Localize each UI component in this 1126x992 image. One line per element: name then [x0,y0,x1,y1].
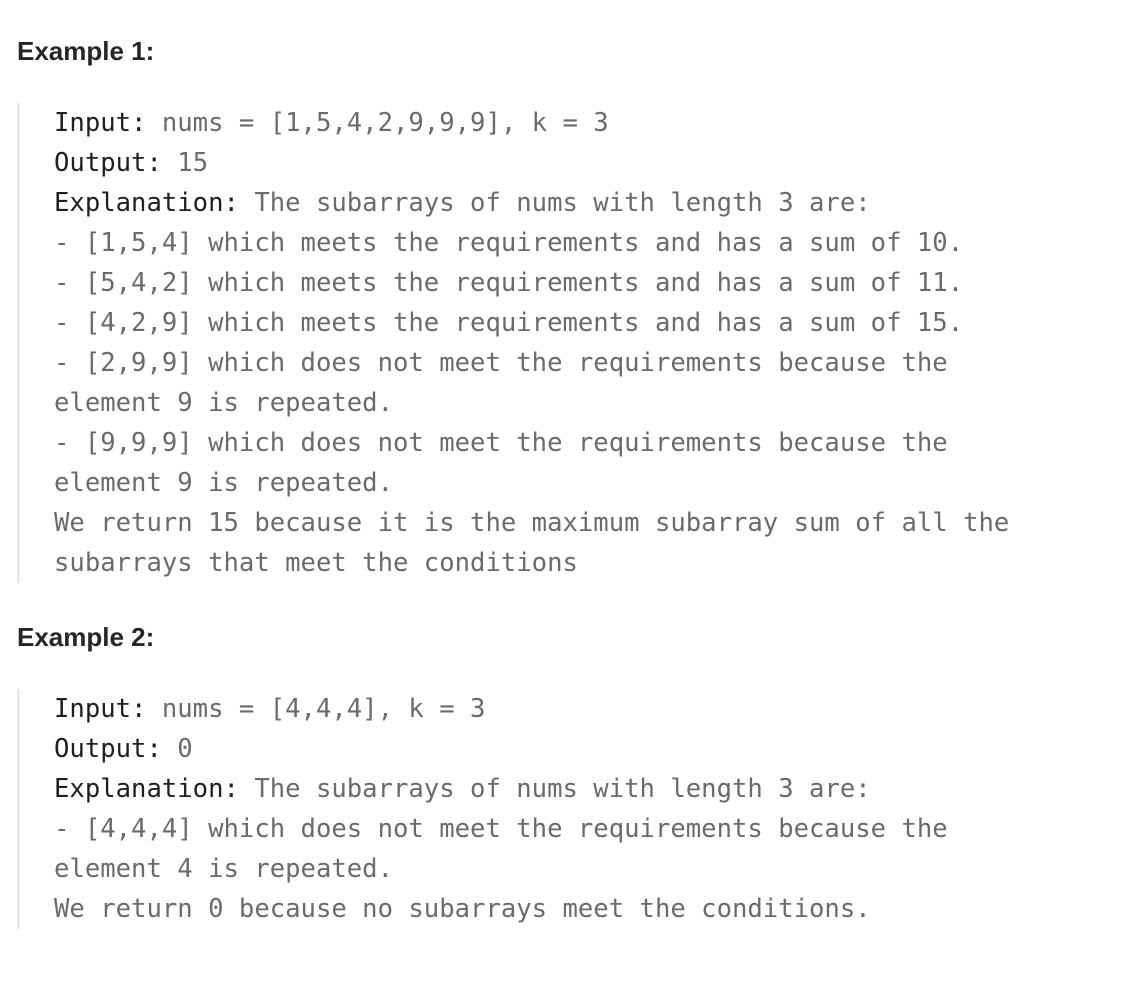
explanation-line: element 9 is repeated. [54,468,393,498]
explanation-line: - [4,2,9] which meets the requirements a… [54,308,964,338]
output-label: Output: [54,734,162,764]
output-value: 15 [161,148,209,178]
example-1-heading: Example 1: [17,36,155,66]
input-label: Input: [54,694,147,724]
example-1-explanation-line: Explanation: The subarrays of nums with … [54,183,871,223]
explanation-line: element 4 is repeated. [54,854,393,884]
explanation-line: - [9,9,9] which does not meet the requir… [54,428,948,458]
explanation-value: The subarrays of nums with length 3 are: [238,774,871,804]
explanation-value: The subarrays of nums with length 3 are: [238,188,871,218]
input-value: nums = [4,4,4], k = 3 [146,694,486,724]
explanation-label: Explanation: [54,188,239,218]
input-value: nums = [1,5,4,2,9,9,9], k = 3 [146,108,609,138]
explanation-line: element 9 is repeated. [54,388,393,418]
explanation-line: - [4,4,4] which does not meet the requir… [54,814,948,844]
explanation-line: subarrays that meet the conditions [54,548,578,578]
explanation-line: We return 0 because no subarrays meet th… [54,894,871,924]
explanation-line: - [5,4,2] which meets the requirements a… [54,268,964,298]
example-1-output-line: Output: 15 [54,143,208,183]
input-label: Input: [54,108,147,138]
example-1-input-line: Input: nums = [1,5,4,2,9,9,9], k = 3 [54,103,609,143]
output-label: Output: [54,148,162,178]
explanation-line: - [2,9,9] which does not meet the requir… [54,348,948,378]
output-value: 0 [161,734,193,764]
explanation-line: We return 15 because it is the maximum s… [54,508,1010,538]
example-2-block: Input: nums = [4,4,4], k = 3 Output: 0 E… [17,689,1117,929]
example-1-block: Input: nums = [1,5,4,2,9,9,9], k = 3 Out… [17,103,1117,583]
example-2-input-line: Input: nums = [4,4,4], k = 3 [54,689,485,729]
explanation-label: Explanation: [54,774,239,804]
example-2-heading: Example 2: [17,622,155,652]
explanation-line: - [1,5,4] which meets the requirements a… [54,228,964,258]
example-2-output-line: Output: 0 [54,729,193,769]
example-2-explanation-line: Explanation: The subarrays of nums with … [54,769,871,809]
